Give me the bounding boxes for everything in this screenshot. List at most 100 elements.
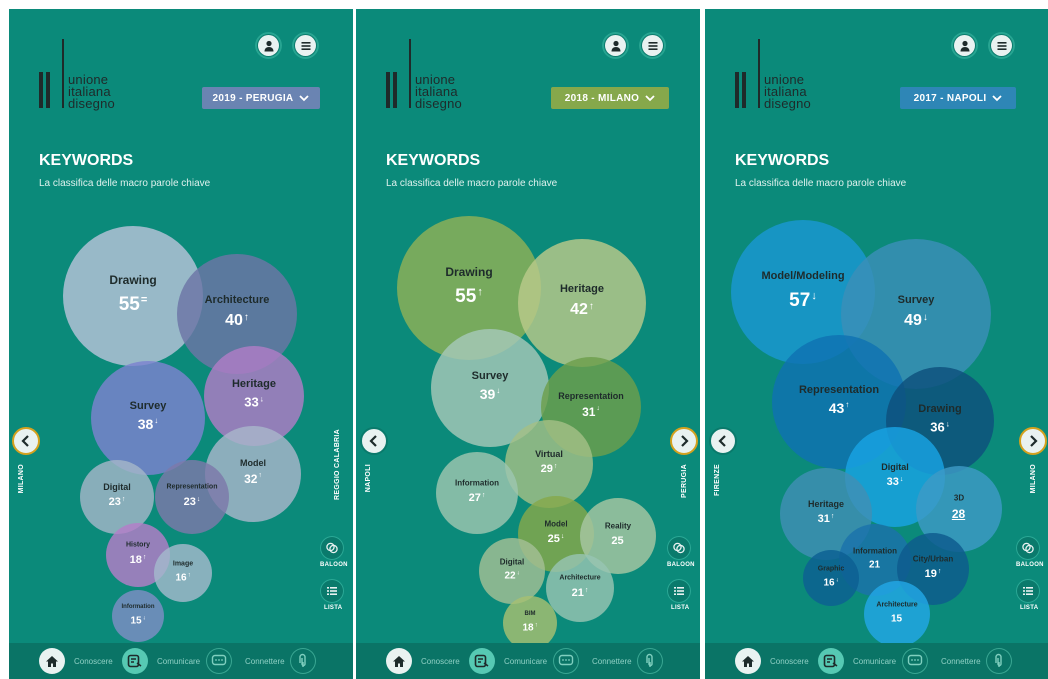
home-button[interactable] <box>735 648 761 674</box>
keyword-value: 28 <box>952 507 966 521</box>
list-view-button[interactable] <box>667 579 691 603</box>
keyword-label: Model/Modeling <box>761 269 845 282</box>
document-icon <box>823 654 839 668</box>
list-view-button[interactable] <box>320 579 344 603</box>
lista-label: LISTA <box>671 605 690 611</box>
user-button[interactable] <box>951 32 978 59</box>
keyword-value: 31↑ <box>818 513 835 525</box>
keyword-value: 43↑ <box>829 400 850 416</box>
prev-city-label: MILANO <box>18 464 25 494</box>
menu-icon <box>991 35 1012 56</box>
keyword-count: 21 <box>868 559 881 570</box>
user-button[interactable] <box>602 32 629 59</box>
keyword-label: BIM <box>524 610 536 617</box>
year-select[interactable]: 2018 - MILANO <box>551 87 669 109</box>
trend-indicator: ↓ <box>142 615 146 621</box>
keyword-label: Survey <box>897 294 935 306</box>
keyword-count: 42 <box>570 301 588 319</box>
nav-connettere-label[interactable]: Connettere <box>941 657 981 666</box>
nav-connettere-label[interactable]: Connettere <box>592 657 632 666</box>
keyword-value: 18↑ <box>130 554 147 566</box>
menu-button[interactable] <box>988 32 1015 59</box>
chevron-right-icon <box>1028 435 1038 447</box>
menu-button[interactable] <box>292 32 319 59</box>
connettere-button[interactable] <box>637 648 663 674</box>
trend-indicator: ↓ <box>516 570 520 576</box>
prev-year-button[interactable] <box>709 427 737 455</box>
keyword-count: 21 <box>571 586 584 599</box>
keyword-label: Architecture <box>204 294 270 306</box>
link-icon <box>643 653 657 669</box>
keyword-value: 23↓ <box>184 496 201 508</box>
trend-indicator: ↓ <box>259 394 264 404</box>
keyword-label: Representation <box>166 483 218 491</box>
home-button[interactable] <box>386 648 412 674</box>
connettere-button[interactable] <box>290 648 316 674</box>
keyword-count: 23 <box>183 495 196 508</box>
keyword-count: 49 <box>904 312 922 330</box>
conoscere-button[interactable] <box>469 648 495 674</box>
keyword-label: Digital <box>881 461 909 472</box>
keyword-count: 15 <box>130 615 142 626</box>
keyword-count: 55 <box>118 293 140 315</box>
comunicare-button[interactable] <box>902 648 928 674</box>
nav-comunicare-label[interactable]: Comunicare <box>157 657 200 666</box>
keyword-value: 25 <box>611 535 624 547</box>
logo-line-3: disegno <box>415 96 462 111</box>
year-select-value: 2017 - NAPOLI <box>913 92 987 104</box>
keyword-count: 16 <box>175 572 187 583</box>
comunicare-button[interactable] <box>553 648 579 674</box>
keyword-label: Drawing <box>109 272 157 287</box>
keyword-value: 21 <box>869 559 881 570</box>
baloon-view-button[interactable] <box>1016 536 1040 560</box>
chevron-left-icon <box>718 435 728 447</box>
link-icon <box>296 653 310 669</box>
next-year-button[interactable] <box>1019 427 1047 455</box>
nav-connettere-label[interactable]: Connettere <box>245 657 285 666</box>
keyword-label: Heritage <box>559 283 605 295</box>
baloon-view-button[interactable] <box>320 536 344 560</box>
menu-button[interactable] <box>639 32 666 59</box>
keyword-count: 25 <box>611 534 624 547</box>
year-select[interactable]: 2017 - NAPOLI <box>900 87 1016 109</box>
user-button[interactable] <box>255 32 282 59</box>
keyword-label: Survey <box>129 399 167 412</box>
prev-year-button[interactable] <box>360 427 388 455</box>
keyword-value: 42↑ <box>570 301 594 319</box>
logo-line-3: disegno <box>764 96 811 111</box>
keyword-label: Model <box>544 519 568 529</box>
keyword-label: Information <box>121 603 155 610</box>
keyword-value: 40↑ <box>225 312 249 330</box>
next-year-button[interactable] <box>670 427 698 455</box>
bottom-nav: Conoscere Comunicare Connettere <box>9 643 353 679</box>
keyword-label: Representation <box>558 391 624 401</box>
baloon-view-button[interactable] <box>667 536 691 560</box>
connettere-button[interactable] <box>986 648 1012 674</box>
year-select[interactable]: 2019 - PERUGIA <box>202 87 320 109</box>
conoscere-button[interactable] <box>122 648 148 674</box>
list-view-button[interactable] <box>1016 579 1040 603</box>
keyword-label: Heritage <box>807 498 845 509</box>
nav-conoscere-label[interactable]: Conoscere <box>770 657 809 666</box>
keyword-count: 33 <box>886 475 899 488</box>
section-title: KEYWORDS <box>386 152 481 169</box>
keyword-value: 38↓ <box>138 416 159 432</box>
nav-comunicare-label[interactable]: Comunicare <box>504 657 547 666</box>
comunicare-button[interactable] <box>206 648 232 674</box>
list-icon <box>325 584 339 598</box>
nav-conoscere-label[interactable]: Conoscere <box>74 657 113 666</box>
keyword-value: 49↓ <box>904 312 928 330</box>
keyword-value: 18↑ <box>522 622 537 633</box>
conoscere-button[interactable] <box>818 648 844 674</box>
keyword-count: 55 <box>455 285 477 307</box>
next-city-label: PERUGIA <box>681 464 688 498</box>
nav-comunicare-label[interactable]: Comunicare <box>853 657 896 666</box>
keyword-label: Digital <box>103 481 131 492</box>
prev-year-button[interactable] <box>12 427 40 455</box>
bottom-nav: Conoscere Comunicare Connettere <box>705 643 1048 679</box>
keyword-label: Heritage <box>231 378 277 391</box>
trend-indicator: ↓ <box>945 419 950 429</box>
home-button[interactable] <box>39 648 65 674</box>
prev-city-label: FIRENZE <box>714 464 721 497</box>
nav-conoscere-label[interactable]: Conoscere <box>421 657 460 666</box>
